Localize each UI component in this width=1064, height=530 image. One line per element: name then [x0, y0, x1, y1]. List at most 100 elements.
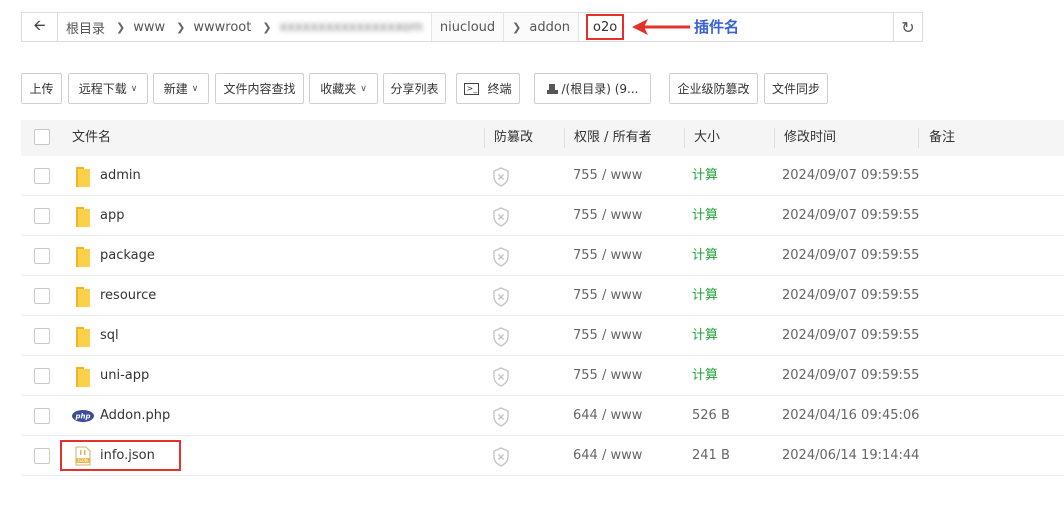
header-divider [564, 128, 565, 148]
header-name[interactable]: 文件名 [72, 120, 111, 156]
perm-owner[interactable]: 755 / www [573, 316, 642, 356]
highlight-box [60, 440, 181, 471]
path-bar: 🡨 根目录 ❯ www ❯ wwwroot ❯ xxxxxxxxxxxxxxxxom … [21, 12, 923, 42]
modified-time: 2024/09/07 09:59:55 [782, 288, 920, 303]
file-sync-button[interactable]: 文件同步 [764, 73, 828, 104]
disk-icon [546, 84, 558, 94]
shield-icon[interactable] [492, 287, 510, 307]
header-size[interactable]: 大小 [694, 120, 720, 156]
refresh-button[interactable]: ↻ [893, 12, 923, 42]
table-row[interactable]: resource 755 / www 计算 2024/09/07 09:59:55 [21, 276, 1064, 316]
chevron-down-icon: ∨ [360, 83, 367, 94]
row-checkbox[interactable] [34, 408, 50, 424]
chevron-right-icon: ❯ [262, 20, 272, 34]
shield-icon[interactable] [492, 207, 510, 227]
modified-time: 2024/06/14 19:14:44 [782, 448, 920, 463]
chevron-right-icon: ❯ [116, 20, 126, 34]
header-divider [918, 128, 919, 148]
crumb-site[interactable]: xxxxxxxxxxxxxxxxom [272, 13, 423, 41]
crumb-root[interactable]: 根目录 ❯ [58, 13, 125, 41]
crumb-niucloud[interactable]: niucloud [430, 13, 505, 41]
perm-owner[interactable]: 755 / www [573, 236, 642, 276]
table-row[interactable]: uni-app 755 / www 计算 2024/09/07 09:59:55 [21, 356, 1064, 396]
row-checkbox[interactable] [34, 368, 50, 384]
shield-icon[interactable] [492, 407, 510, 427]
row-checkbox[interactable] [34, 208, 50, 224]
table-body: admin 755 / www 计算 2024/09/07 09:59:55 app 75… [21, 156, 1064, 476]
crumb-o2o[interactable]: o2o [586, 13, 625, 41]
file-size[interactable]: 计算 [692, 196, 718, 236]
perm-owner[interactable]: 755 / www [573, 156, 642, 196]
shield-icon[interactable] [492, 167, 510, 187]
file-name[interactable]: admin [100, 156, 141, 196]
shield-icon[interactable] [492, 247, 510, 267]
table-row[interactable]: admin 755 / www 计算 2024/09/07 09:59:55 [21, 156, 1064, 196]
table-row[interactable]: package 755 / www 计算 2024/09/07 09:59:55 [21, 236, 1064, 276]
perm-owner[interactable]: 755 / www [573, 276, 642, 316]
modified-time: 2024/09/07 09:59:55 [782, 168, 920, 183]
table-row[interactable]: php Addon.php 644 / www 526 B 2024/04/16 09:… [21, 396, 1064, 436]
back-button[interactable]: 🡨 [22, 13, 58, 41]
header-note: 备注 [929, 130, 956, 145]
file-table: 文件名 防篡改 权限 / 所有者 大小 修改时间 备注 admin 755 / w… [21, 120, 1064, 476]
shield-icon[interactable] [492, 367, 510, 387]
row-checkbox[interactable] [34, 448, 50, 464]
modified-time: 2024/09/07 09:59:55 [782, 368, 920, 383]
folder-icon [76, 207, 90, 227]
crumb-wwwroot[interactable]: wwwroot ❯ [185, 13, 271, 41]
row-checkbox[interactable] [34, 248, 50, 264]
file-size[interactable]: 计算 [692, 156, 718, 196]
table-header: 文件名 防篡改 权限 / 所有者 大小 修改时间 备注 [21, 120, 1064, 156]
share-list-button[interactable]: 分享列表 [383, 73, 446, 104]
row-checkbox[interactable] [34, 288, 50, 304]
crumb-addon[interactable]: ❯ addon [504, 13, 580, 41]
file-size[interactable]: 计算 [692, 236, 718, 276]
file-name[interactable]: Addon.php [100, 396, 170, 436]
file-size[interactable]: 计算 [692, 356, 718, 396]
chevron-right-icon: ❯ [512, 20, 522, 34]
annotation-arrow [632, 19, 690, 35]
perm-owner[interactable]: 755 / www [573, 356, 642, 396]
table-row[interactable]: sql 755 / www 计算 2024/09/07 09:59:55 [21, 316, 1064, 356]
crumb-www[interactable]: www ❯ [125, 13, 185, 41]
disk-button[interactable]: /(根目录) (9... [534, 73, 651, 104]
row-checkbox[interactable] [34, 328, 50, 344]
file-size[interactable]: 计算 [692, 316, 718, 356]
upload-button[interactable]: 上传 [21, 73, 62, 104]
folder-icon [76, 327, 90, 347]
refresh-icon: ↻ [901, 17, 915, 37]
folder-icon [76, 287, 90, 307]
php-file-icon: php [72, 410, 94, 422]
favorites-button[interactable]: 收藏夹 ∨ [309, 73, 378, 104]
new-button[interactable]: 新建 ∨ [153, 73, 209, 104]
file-size[interactable]: 计算 [692, 276, 718, 316]
remote-download-button[interactable]: 远程下载 ∨ [68, 73, 148, 104]
perm-owner[interactable]: 755 / www [573, 196, 642, 236]
file-name[interactable]: sql [100, 316, 119, 356]
content-search-button[interactable]: 文件内容查找 [215, 73, 304, 104]
shield-icon[interactable] [492, 327, 510, 347]
row-checkbox[interactable] [34, 168, 50, 184]
file-name[interactable]: app [100, 196, 124, 236]
header-mtime[interactable]: 修改时间 [784, 120, 836, 156]
header-tamper[interactable]: 防篡改 [494, 120, 533, 156]
perm-owner[interactable]: 644 / www [573, 396, 642, 436]
annotation-label: 插件名 [694, 18, 740, 36]
header-perm[interactable]: 权限 / 所有者 [574, 120, 652, 156]
terminal-button[interactable]: >_ 终端 [456, 73, 520, 104]
perm-owner[interactable]: 644 / www [573, 436, 642, 476]
select-all-checkbox[interactable] [34, 129, 50, 145]
chevron-down-icon: ∨ [191, 83, 199, 94]
table-row[interactable]: app 755 / www 计算 2024/09/07 09:59:55 [21, 196, 1064, 236]
tamper-protect-button[interactable]: 企业级防篡改 [669, 73, 758, 104]
modified-time: 2024/09/07 09:59:55 [782, 248, 920, 263]
file-name[interactable]: resource [100, 276, 156, 316]
shield-icon[interactable] [492, 447, 510, 467]
table-row[interactable]: JSON info.json 644 / www 241 B 2024/06/14 19… [21, 436, 1064, 476]
folder-icon [76, 167, 90, 187]
file-name[interactable]: uni-app [100, 356, 149, 396]
file-name[interactable]: package [100, 236, 155, 276]
file-size: 526 B [692, 408, 730, 423]
chevron-right-icon: ❯ [176, 20, 186, 34]
header-divider [684, 128, 685, 148]
